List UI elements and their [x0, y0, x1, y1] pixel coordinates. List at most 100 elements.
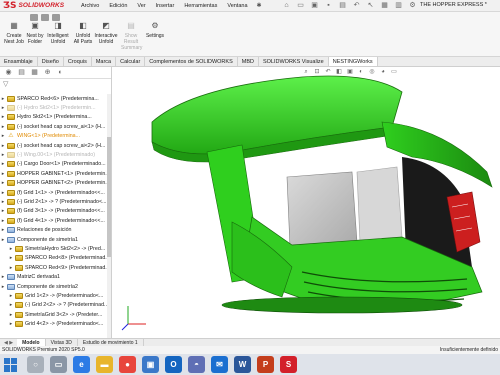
expand-arrow-icon[interactable]: ▸: [0, 143, 6, 149]
options-gear-icon[interactable]: ⚙: [408, 2, 418, 10]
expand-arrow-icon[interactable]: ▸: [8, 321, 14, 327]
tree-item[interactable]: ▸ SimetríaHydro Skt2<2> -> (Pred...: [0, 244, 111, 253]
tree-item[interactable]: ▸ (-) socket head cap screw_ai<1> (H...: [0, 122, 111, 131]
tab-marca[interactable]: Marca: [92, 57, 117, 66]
rebuild-icon[interactable]: ▦: [380, 2, 390, 10]
dimxpert-icon[interactable]: ⊕: [43, 69, 52, 77]
print-icon[interactable]: ▤: [338, 2, 348, 10]
expand-arrow-icon[interactable]: ▸: [8, 265, 14, 271]
menu-edicion[interactable]: Edición: [104, 3, 132, 9]
menu-archivo[interactable]: Archivo: [76, 3, 104, 9]
tree-item[interactable]: ▸ ⚠ WING<1> (Predetermina...: [0, 132, 111, 141]
expand-arrow-icon[interactable]: ▸: [0, 161, 6, 167]
new-document-icon[interactable]: ▭: [296, 2, 306, 10]
tree-item[interactable]: ▸ (-) socket head cap screw_ai<2> (H...: [0, 141, 111, 150]
expand-arrow-icon[interactable]: ▸: [0, 124, 6, 130]
open-folder-icon[interactable]: ▣: [310, 2, 320, 10]
menu-insertar[interactable]: Insertar: [151, 3, 180, 9]
tree-item[interactable]: ▸ MatrizC derivada1: [0, 272, 111, 281]
tree-item[interactable]: ▸ SPARCO Red<8> (Predeterminad...: [0, 254, 111, 263]
expand-arrow-icon[interactable]: ▸: [8, 246, 14, 252]
tab-mbd[interactable]: MBD: [238, 57, 259, 66]
expand-arrow-icon[interactable]: ▸: [8, 312, 14, 318]
previous-view-icon[interactable]: ↶: [324, 69, 332, 76]
expand-arrow-icon[interactable]: ▸: [0, 152, 6, 158]
scene-icon[interactable]: ▭: [390, 69, 398, 76]
tab-calcular[interactable]: Calcular: [116, 57, 146, 66]
expand-arrow-icon[interactable]: ▸: [0, 274, 6, 280]
tab-complementos[interactable]: Complementos de SOLIDWORKS: [145, 57, 238, 66]
select-icon[interactable]: ↖: [366, 2, 376, 10]
zoom-to-fit-icon[interactable]: ⌕: [302, 69, 310, 76]
expand-arrow-icon[interactable]: ▸: [0, 199, 6, 205]
expand-arrow-icon[interactable]: ▸: [0, 171, 6, 177]
unfold-all-parts-button[interactable]: ◧ Unfold All Parts: [72, 15, 94, 45]
settings-button[interactable]: ⚙ Settings: [144, 15, 166, 39]
expand-arrow-icon[interactable]: ▸: [0, 218, 6, 224]
expand-arrow-icon[interactable]: ▸: [0, 227, 6, 233]
tab-solidworks-visualize[interactable]: SOLIDWORKS Visualize: [259, 57, 329, 66]
solidworks-icon[interactable]: S: [280, 356, 297, 373]
expand-arrow-icon[interactable]: ▸: [0, 284, 6, 290]
expand-arrow-icon[interactable]: ▸: [0, 237, 6, 243]
tab-diseno[interactable]: Diseño: [38, 57, 64, 66]
home-icon[interactable]: ⌂: [282, 2, 292, 10]
tree-item[interactable]: ▸ (f) Grid 3<1> -> (Predeterminado<<...: [0, 207, 111, 216]
tree-item[interactable]: ▸ (-) Hydro Skt2<1> (Predetermin...: [0, 103, 111, 112]
expand-arrow-icon[interactable]: ▸: [0, 96, 6, 102]
tree-item[interactable]: ▸ Hydro Skt2<1> (Predetermina...: [0, 113, 111, 122]
nest-by-folder-button[interactable]: ▣ Nest by Folder: [24, 15, 46, 45]
filter-icon[interactable]: ▽: [0, 79, 111, 89]
edge-icon[interactable]: e: [73, 356, 90, 373]
intelligent-unfold-button[interactable]: ◨ Intelligent Unfold: [46, 15, 70, 45]
solidworks-logo[interactable]: ƷS SOLIDWORKS: [3, 1, 64, 11]
view-orientation-icon[interactable]: ▣: [346, 69, 354, 76]
expand-arrow-icon[interactable]: ▸: [8, 255, 14, 261]
tree-item[interactable]: ▸ HOPPER GABINET<1> (Predetermin...: [0, 169, 111, 178]
powerpoint-icon[interactable]: P: [257, 356, 274, 373]
tree-item[interactable]: ▸ (-) Grid 2<1> -> ? (Predeterminado<...: [0, 197, 111, 206]
expand-arrow-icon[interactable]: ▸: [8, 293, 14, 299]
tree-item[interactable]: ▸ SimetríaGrid 3<2> -> (Predeter...: [0, 310, 111, 319]
tree-item[interactable]: ▸ Componente de simetría1: [0, 235, 111, 244]
task-view-icon[interactable]: ▭: [50, 356, 67, 373]
create-nest-job-button[interactable]: ▦ Create Nest Job: [2, 15, 26, 45]
file-explorer-icon[interactable]: ▬: [96, 356, 113, 373]
tree-item[interactable]: ▸ SPARCO Red<6> (Predetermina...: [0, 94, 111, 103]
expand-arrow-icon[interactable]: ▸: [0, 114, 6, 120]
pin-icon[interactable]: ✱: [257, 2, 262, 9]
property-manager-icon[interactable]: ▤: [17, 69, 26, 77]
appearance-icon[interactable]: ◕: [379, 69, 387, 76]
chrome-icon[interactable]: ●: [119, 356, 136, 373]
tree-item[interactable]: ▸ HOPPER GABINET<2> (Predetermin...: [0, 179, 111, 188]
photos-icon[interactable]: ◓: [188, 356, 205, 373]
zoom-area-icon[interactable]: ⊡: [313, 69, 321, 76]
expand-arrow-icon[interactable]: ▸: [8, 302, 14, 308]
tree-item[interactable]: ▸ Grid 1<2> -> (Predeterminado<...: [0, 291, 111, 300]
hide-show-icon[interactable]: ◎: [368, 69, 376, 76]
show-result-summary-button[interactable]: ▤ Show Result Summary: [121, 15, 142, 51]
tree-item[interactable]: ▸ (f) Grid 4<1> -> (Predeterminado<<...: [0, 216, 111, 225]
feature-manager-icon[interactable]: ◉: [4, 69, 13, 77]
expand-arrow-icon[interactable]: ▸: [0, 190, 6, 196]
tree-item[interactable]: ▸ Componente de simetría2: [0, 282, 111, 291]
tree-item[interactable]: ▸ Grid 4<2> -> (Predeterminado<...: [0, 319, 111, 328]
tree-item[interactable]: ▸ (f) Grid 1<1> -> (Predeterminado<<...: [0, 188, 111, 197]
windows-start-icon[interactable]: [4, 357, 18, 372]
interactive-unfold-button[interactable]: ◩ Interactive Unfold: [94, 15, 118, 45]
section-view-icon[interactable]: ◧: [335, 69, 343, 76]
tab-ensamblaje[interactable]: Ensamblaje: [0, 57, 38, 66]
expand-arrow-icon[interactable]: ▸: [0, 133, 6, 139]
menu-ventana[interactable]: Ventana: [222, 3, 252, 9]
file-properties-icon[interactable]: ▥: [394, 2, 404, 10]
display-manager-icon[interactable]: ◐: [56, 69, 65, 77]
expand-arrow-icon[interactable]: ▸: [0, 105, 6, 111]
save-icon[interactable]: ▪: [324, 2, 334, 10]
graphics-viewport[interactable]: ⌕ ⊡ ↶ ◧ ▣ ◐ ◎ ◕ ▭: [112, 67, 500, 338]
tab-nav-arrows[interactable]: ◀ ▶: [0, 340, 17, 346]
menu-herramientas[interactable]: Herramientas: [179, 3, 222, 9]
mail-icon[interactable]: ✉: [211, 356, 228, 373]
store-icon[interactable]: ▣: [142, 356, 159, 373]
tree-scrollbar-thumb[interactable]: [107, 137, 111, 257]
tree-item[interactable]: ▸ SPARCO Red<9> (Predeterminad...: [0, 263, 111, 272]
